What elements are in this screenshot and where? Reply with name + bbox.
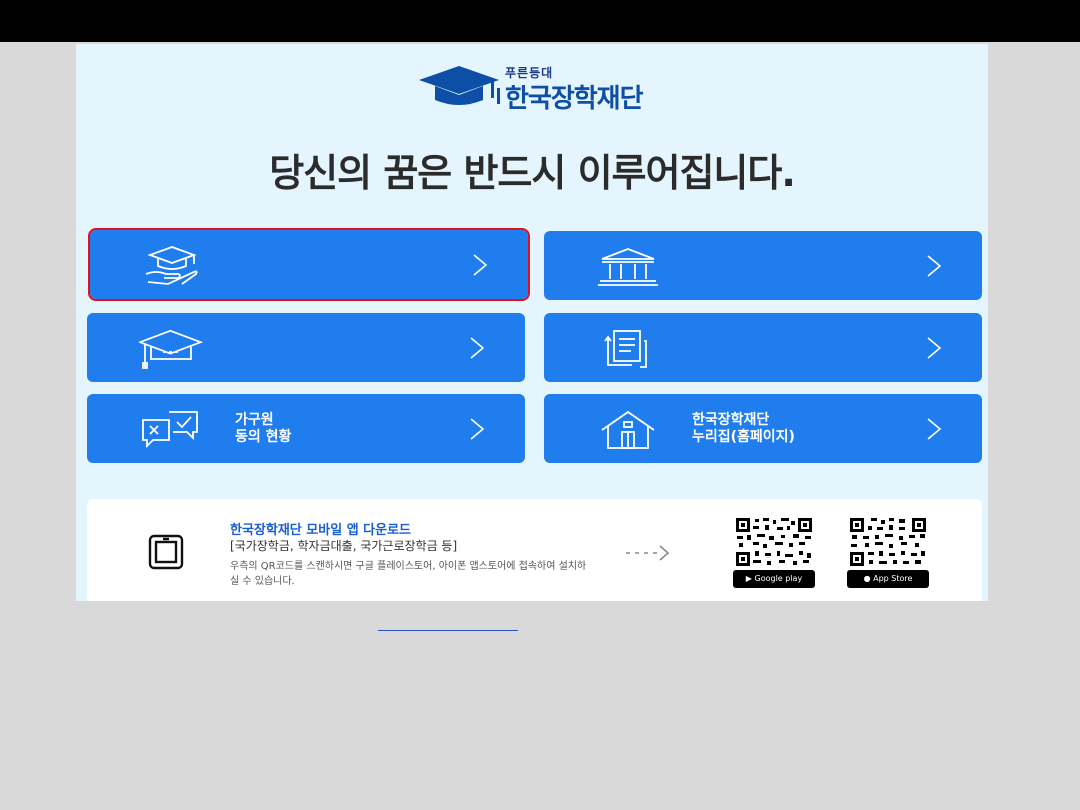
menu-button-loan[interactable]	[544, 231, 982, 300]
menu-button-scholarship[interactable]	[88, 228, 530, 301]
dashed-arrow-icon	[626, 545, 670, 561]
hyperlink-underline[interactable]	[378, 630, 518, 631]
app-download-title[interactable]: 한국장학재단 모바일 앱 다운로드	[230, 519, 411, 538]
menu-label-line-2: 동의 현황	[235, 429, 292, 445]
google-play-icon: ▶	[745, 574, 752, 583]
kosaf-logo[interactable]: 푸른등대 한국장학재단	[419, 62, 659, 114]
apple-icon: ●	[863, 574, 871, 583]
consent-chat-icon	[142, 411, 198, 449]
google-play-qr-code[interactable]	[735, 517, 813, 567]
app-download-subtitle: [국가장학금, 학자금대출, 국가근로장학금 등]	[230, 539, 458, 553]
scholarship-portal-panel: 푸른등대 한국장학재단 당신의 꿈은 반드시 이루어집니다. 가구원 동의 현황…	[76, 44, 988, 601]
menu-button-household-consent[interactable]: 가구원 동의 현황	[87, 394, 525, 463]
menu-label-line-1: 한국장학재단	[692, 412, 770, 428]
graduation-cap-hand-icon	[145, 246, 198, 285]
tablet-icon	[148, 534, 184, 570]
app-store-label: App Store	[873, 574, 913, 583]
chevron-right-icon	[927, 255, 942, 277]
menu-label: 한국장학재단 누리집(홈페이지)	[692, 412, 795, 446]
menu-button-homepage[interactable]: 한국장학재단 누리집(홈페이지)	[544, 394, 982, 463]
top-bar	[0, 0, 1080, 42]
chevron-right-icon	[927, 418, 942, 440]
menu-label: 가구원 동의 현황	[235, 412, 291, 446]
menu-button-work-study[interactable]	[87, 313, 525, 382]
graduation-cap-logo-icon	[419, 66, 500, 105]
logo-title: 한국장학재단	[505, 84, 644, 114]
google-play-label: Google play	[754, 574, 803, 583]
mobile-app-download-card: 한국장학재단 모바일 앱 다운로드 [국가장학금, 학자금대출, 국가근로장학금…	[87, 499, 982, 601]
menu-label-line-2: 누리집(홈페이지)	[692, 429, 795, 445]
page-headline: 당신의 꿈은 반드시 이루어집니다.	[269, 151, 796, 195]
chevron-right-icon	[473, 254, 488, 276]
chevron-right-icon	[470, 337, 485, 359]
menu-label-line-1: 가구원	[235, 412, 274, 428]
bank-building-icon	[598, 248, 658, 286]
app-download-description: 우측의 QR코드를 스캔하시면 구글 플레이스토어, 아이폰 앱스토어에 접속하…	[230, 561, 587, 587]
graduation-cap-icon	[139, 329, 203, 369]
menu-button-documents[interactable]	[544, 313, 982, 382]
chevron-right-icon	[470, 418, 485, 440]
documents-icon	[604, 330, 647, 368]
house-icon	[601, 410, 655, 449]
chevron-right-icon	[927, 337, 942, 359]
app-store-qr-code[interactable]	[849, 517, 927, 567]
app-store-button[interactable]: ● App Store	[847, 570, 929, 588]
google-play-button[interactable]: ▶ Google play	[733, 570, 815, 588]
